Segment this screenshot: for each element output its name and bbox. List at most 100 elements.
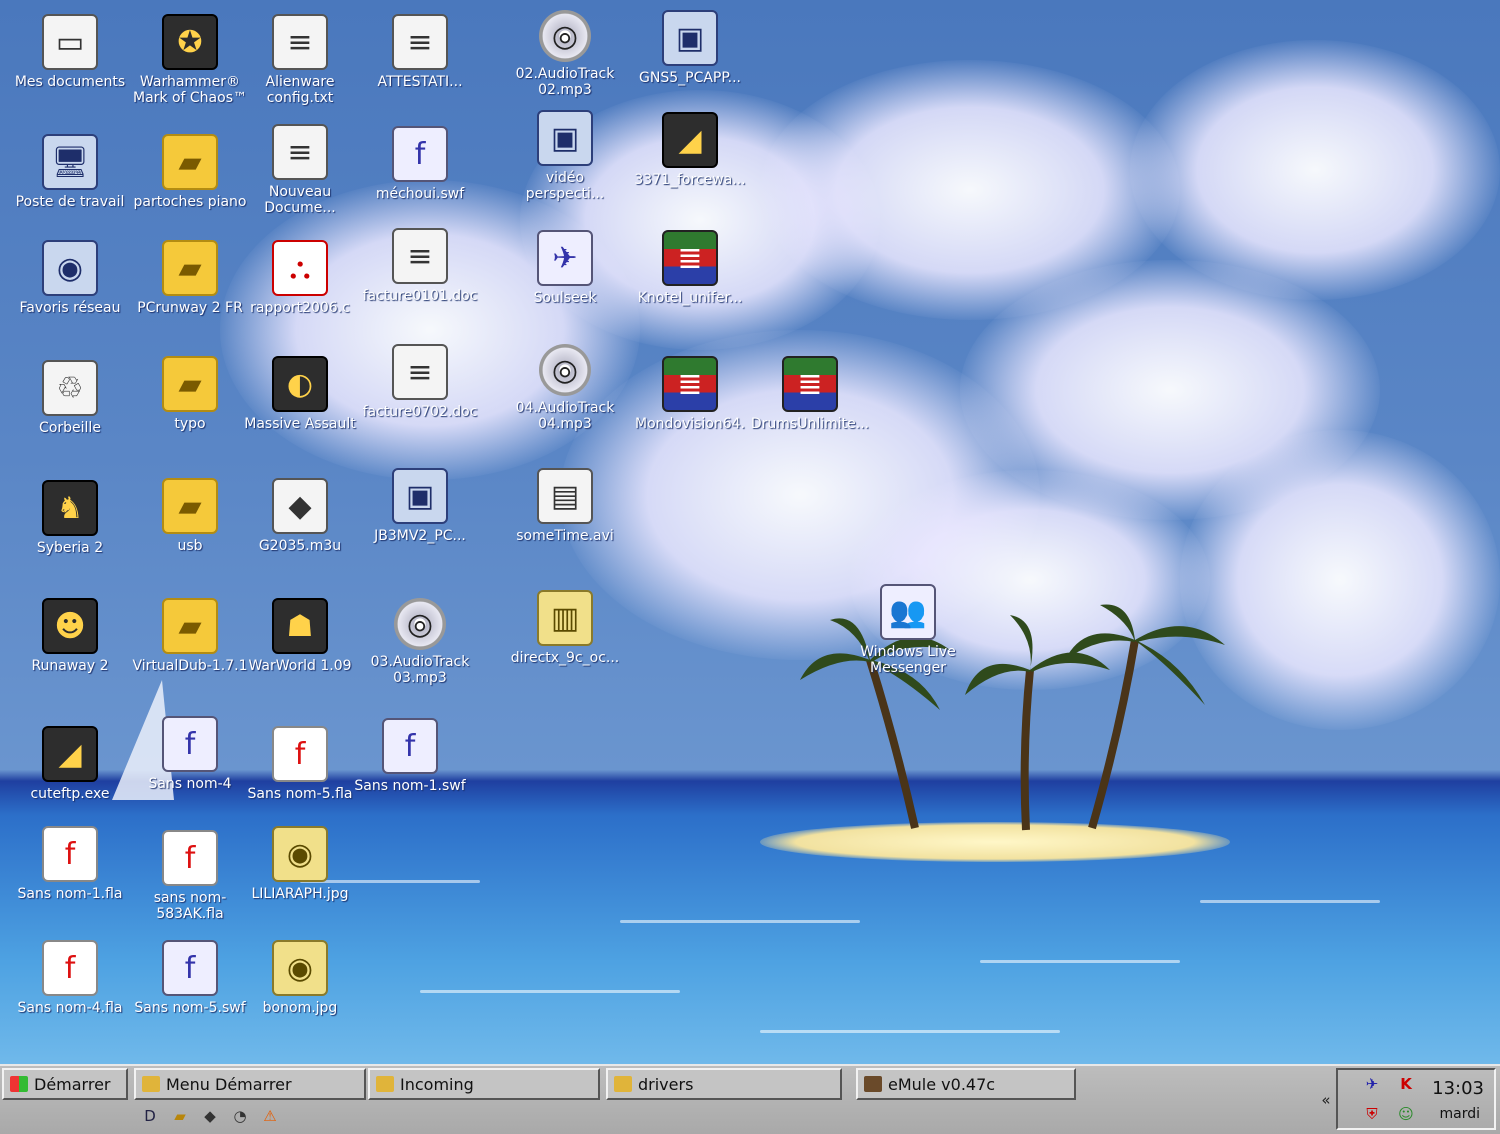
swf-file-icon: f xyxy=(382,718,438,774)
rar-file-icon: ≣ xyxy=(662,230,718,286)
desktop-icon-label: facture0702.doc xyxy=(362,404,478,420)
desktop-icon-syberia-2[interactable]: ♞ Syberia 2 xyxy=(10,480,130,556)
swf-file-icon: f xyxy=(162,716,218,772)
flash-file-icon: f xyxy=(42,940,98,996)
task-button-incoming[interactable]: Incoming xyxy=(368,1068,600,1100)
desktop-icon-sans-nom-4-fla[interactable]: f Sans nom-4.fla xyxy=(10,940,130,1016)
pc-file-icon: 🖥 xyxy=(42,134,98,190)
desktop-icon-sans-nom-5-swf[interactable]: f Sans nom-5.swf xyxy=(130,940,250,1016)
desktop-icon-rapport2006-c[interactable]: ⛬ rapport2006.c xyxy=(240,240,360,316)
quicklaunch-folder-icon[interactable]: ▰ xyxy=(170,1106,190,1126)
desktop-icon-directx-9c-oc[interactable]: ▥ directx_9c_oc... xyxy=(505,590,625,666)
wallpaper-wave xyxy=(1200,900,1380,903)
task-button-emule-v0-47c[interactable]: eMule v0.47c xyxy=(856,1068,1076,1100)
desktop-icon-soulseek[interactable]: ✈ Soulseek xyxy=(505,230,625,306)
flash-file-icon: f xyxy=(42,826,98,882)
desktop-icon-sans-nom-583ak-fla[interactable]: f sans nom-583AK.fla xyxy=(130,830,250,922)
desktop-icon-sometime-avi[interactable]: ▤ someTime.avi xyxy=(505,468,625,544)
desktop-icon-label: Mondovision64. xyxy=(634,416,746,432)
emule-icon xyxy=(864,1076,882,1092)
desktop-icon-facture0702-doc[interactable]: ≡ facture0702.doc xyxy=(360,344,480,420)
desktop-icon-sans-nom-1-swf[interactable]: f Sans nom-1.swf xyxy=(350,718,470,794)
desktop-icon-alienware-config-txt[interactable]: ≡ Alienware config.txt xyxy=(240,14,360,106)
desktop-icon-pcrunway-2-fr[interactable]: ▰ PCrunway 2 FR xyxy=(130,240,250,316)
tray-security-shield-icon[interactable]: ⛨ xyxy=(1362,1104,1382,1124)
app-file-icon: ◢ xyxy=(42,726,98,782)
desktop-icon-favoris-reseau[interactable]: ◉ Favoris réseau xyxy=(10,240,130,316)
tray-antivirus-icon[interactable]: K xyxy=(1396,1074,1416,1094)
desktop-icon-04-audiotrack-04-mp3[interactable]: ◎ 04.AudioTrack 04.mp3 xyxy=(505,344,625,432)
desktop-icon-windows-live-messenger[interactable]: 👥 Windows Live Messenger xyxy=(848,584,968,676)
desktop-icon-03-audiotrack-03-mp3[interactable]: ◎ 03.AudioTrack 03.mp3 xyxy=(360,598,480,686)
desktop-icon-sans-nom-4[interactable]: f Sans nom-4 xyxy=(130,716,250,792)
desktop-icon-mondovision64[interactable]: ≣ Mondovision64. xyxy=(630,356,750,432)
desktop-icon-label: bonom.jpg xyxy=(262,1000,338,1016)
desktop-icon-label: DrumsUnlimite... xyxy=(750,416,870,432)
desktop-icon-warworld-1-09[interactable]: ☗ WarWorld 1.09 xyxy=(240,598,360,674)
desktop-icon-label: sans nom-583AK.fla xyxy=(153,890,227,922)
desktop-icon-jb3mv2-pc[interactable]: ▣ JB3MV2_PC... xyxy=(360,468,480,544)
desktop-icon-nouveau-docume[interactable]: ≡ Nouveau Docume... xyxy=(240,124,360,216)
desktop-icon-label: Sans nom-5.swf xyxy=(134,1000,246,1016)
desktop-icon-massive-assault[interactable]: ◐ Massive Assault xyxy=(240,356,360,432)
desktop-icon-sans-nom-5-fla[interactable]: f Sans nom-5.fla xyxy=(240,726,360,802)
windows-logo-icon xyxy=(10,1076,28,1092)
desktop-icon-mechoui-swf[interactable]: f méchoui.swf xyxy=(360,126,480,202)
folder-file-icon: ▰ xyxy=(162,356,218,412)
quicklaunch-clock-icon[interactable]: ◔ xyxy=(230,1106,250,1126)
desktop-icon-sans-nom-1-fla[interactable]: f Sans nom-1.fla xyxy=(10,826,130,902)
desktop-icon-virtualdub-1-7-1[interactable]: ▰ VirtualDub-1.7.1 xyxy=(130,598,250,674)
desktop-icon-gns5-pcapp[interactable]: ▣ GNS5_PCAPP... xyxy=(630,10,750,86)
desktop-icon-attestati[interactable]: ≡ ATTESTATI... xyxy=(360,14,480,90)
desktop-icon-label: Poste de travail xyxy=(15,194,125,210)
desktop-icon-label: Sans nom-1.fla xyxy=(17,886,123,902)
rar-file-icon: ≣ xyxy=(662,356,718,412)
desktop-icon-drumsunlimite[interactable]: ≣ DrumsUnlimite... xyxy=(750,356,870,432)
task-button-drivers[interactable]: drivers xyxy=(606,1068,842,1100)
desktop-icon-video-perspecti[interactable]: ▣ vidéo perspecti... xyxy=(505,110,625,202)
desktop-icon-bonom-jpg[interactable]: ◉ bonom.jpg xyxy=(240,940,360,1016)
desktop-icon-label: someTime.avi xyxy=(516,528,614,544)
desktop-icon-label: vidéo perspecti... xyxy=(525,170,605,202)
task-button-label: drivers xyxy=(638,1074,694,1094)
desktop-icon-partoches-piano[interactable]: ▰ partoches piano xyxy=(130,134,250,210)
desktop-icon-3371-forcewa[interactable]: ◢ 3371_forcewa... xyxy=(630,112,750,188)
desktop-icon-facture0101-doc[interactable]: ≡ facture0101.doc xyxy=(360,228,480,304)
desktop-icon-knotel-unifer[interactable]: ≣ Knotel_unifer... xyxy=(630,230,750,306)
doc-file-icon: ▭ xyxy=(42,14,98,70)
desktop-icon-label: Warhammer® Mark of Chaos™ xyxy=(132,74,247,106)
desktop-icon-02-audiotrack-02-mp3[interactable]: ◎ 02.AudioTrack 02.mp3 xyxy=(505,10,625,98)
desktop-icon-poste-de-travail[interactable]: 🖥 Poste de travail xyxy=(10,134,130,210)
desktop-icon-g2035-m3u[interactable]: ◆ G2035.m3u xyxy=(240,478,360,554)
quicklaunch-winamp-icon[interactable]: ◆ xyxy=(200,1106,220,1126)
tray-expand-chevron-icon[interactable]: « xyxy=(1316,1090,1336,1110)
start-button[interactable]: Démarrer xyxy=(2,1068,128,1100)
clock-time[interactable]: 13:03 xyxy=(1432,1078,1484,1099)
desktop-icon-mes-documents[interactable]: ▭ Mes documents xyxy=(10,14,130,90)
tray-messenger-icon[interactable]: ☺ xyxy=(1396,1104,1416,1124)
pdf-file-icon: ⛬ xyxy=(272,240,328,296)
app-file-icon: ◐ xyxy=(272,356,328,412)
desktop-icon-label: 3371_forcewa... xyxy=(634,172,746,188)
desktop-icon-cuteftp-exe[interactable]: ◢ cuteftp.exe xyxy=(10,726,130,802)
desktop-icon-typo[interactable]: ▰ typo xyxy=(130,356,250,432)
doc-file-icon: ▤ xyxy=(537,468,593,524)
desktop-icon-usb[interactable]: ▰ usb xyxy=(130,478,250,554)
desktop-icon-label: G2035.m3u xyxy=(258,538,342,554)
desktop-icon-label: JB3MV2_PC... xyxy=(374,528,466,544)
tray-soulseek-icon[interactable]: ✈ xyxy=(1362,1074,1382,1094)
quicklaunch-vlc-cone-icon[interactable]: ⚠ xyxy=(260,1106,280,1126)
desktop-icon-runaway-2[interactable]: ☻ Runaway 2 xyxy=(10,598,130,674)
doc-file-icon: ≡ xyxy=(392,344,448,400)
desktop-icon-liliaraph-jpg[interactable]: ◉ LILIARAPH.jpg xyxy=(240,826,360,902)
rar-file-icon: ≣ xyxy=(782,356,838,412)
quicklaunch-flash-icon[interactable]: D xyxy=(140,1106,160,1126)
desktop-icon-warhammer-mark-of-chaos[interactable]: ✪ Warhammer® Mark of Chaos™ xyxy=(130,14,250,106)
doc-file-icon: ≡ xyxy=(392,14,448,70)
folder-file-icon: ▰ xyxy=(162,134,218,190)
disc-file-icon: ◎ xyxy=(539,10,591,62)
pc-file-icon: ▣ xyxy=(662,10,718,66)
desktop-icon-corbeille[interactable]: ♲ Corbeille xyxy=(10,360,130,436)
task-button-menu-demarrer[interactable]: Menu Démarrer xyxy=(134,1068,366,1100)
folder-file-icon: ▰ xyxy=(162,240,218,296)
